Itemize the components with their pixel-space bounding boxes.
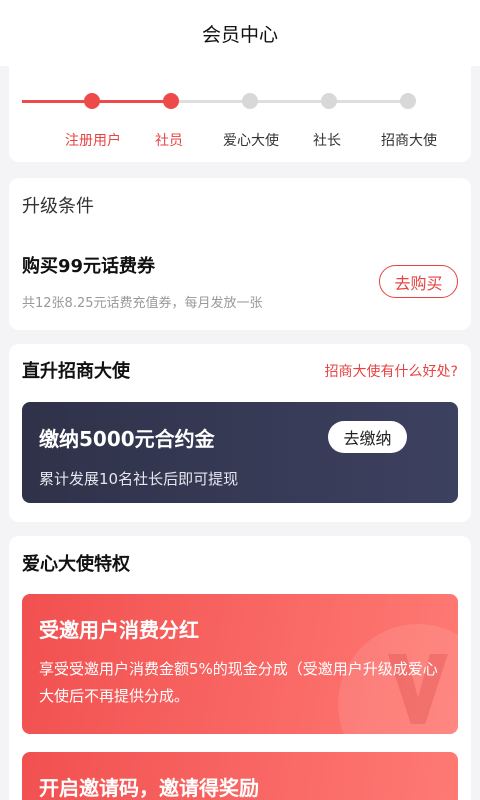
voucher-description: 共12张8.25元话费充值券，每月发放一张 xyxy=(22,296,263,311)
step-dot-president xyxy=(321,93,337,109)
privilege-title: 开启邀请码，邀请得奖励 xyxy=(39,776,259,800)
upgrade-section-title: 升级条件 xyxy=(22,196,94,217)
step-dot-registered xyxy=(84,93,100,109)
page-title: 会员中心 xyxy=(201,23,278,46)
pay-button[interactable]: 去缴纳 xyxy=(328,421,407,453)
deposit-title: 缴纳5000元合约金 xyxy=(39,427,215,451)
step-label-member: 社员 xyxy=(155,133,183,149)
step-dot-ambassador xyxy=(242,93,258,109)
privilege-item: 开启邀请码，邀请得奖励 xyxy=(22,752,458,800)
progress-track xyxy=(22,100,415,103)
step-dot-investment-ambassador xyxy=(400,93,416,109)
step-dot-member xyxy=(163,93,179,109)
buy-button[interactable]: 去购买 xyxy=(379,265,458,298)
voucher-title: 购买99元话费券 xyxy=(22,256,156,277)
step-label-ambassador: 爱心大使 xyxy=(223,133,279,149)
step-label-investment-ambassador: 招商大使 xyxy=(381,133,437,149)
step-label-registered: 注册用户 xyxy=(65,133,121,149)
deposit-description: 累计发展10名社长后即可提现 xyxy=(39,470,239,488)
privileges-section-title: 爱心大使特权 xyxy=(22,554,130,575)
privilege-description: 享受受邀用户消费金额5%的现金分成（受邀用户升级成爱心大使后不再提供分成。 xyxy=(39,660,438,705)
header-bar: 会员中心 xyxy=(0,0,480,66)
direct-section-title: 直升招商大使 xyxy=(22,361,130,382)
level-progress-card: 注册用户 社员 爱心大使 社长 招商大使 xyxy=(9,66,471,162)
direct-upgrade-card: 直升招商大使 招商大使有什么好处? 缴纳5000元合约金 累计发展10名社长后即… xyxy=(9,344,471,522)
deposit-banner: 缴纳5000元合约金 累计发展10名社长后即可提现 去缴纳 xyxy=(22,402,458,503)
privilege-title: 受邀用户消费分红 xyxy=(39,618,199,642)
benefit-link[interactable]: 招商大使有什么好处? xyxy=(325,361,458,381)
upgrade-conditions-card: 升级条件 购买99元话费券 共12张8.25元话费充值券，每月发放一张 去购买 xyxy=(9,178,471,330)
privilege-item: 受邀用户消费分红 享受受邀用户消费金额5%的现金分成（受邀用户升级成爱心大使后不… xyxy=(22,594,458,734)
privileges-card: 爱心大使特权 受邀用户消费分红 享受受邀用户消费金额5%的现金分成（受邀用户升级… xyxy=(9,536,471,800)
step-label-president: 社长 xyxy=(313,133,341,149)
